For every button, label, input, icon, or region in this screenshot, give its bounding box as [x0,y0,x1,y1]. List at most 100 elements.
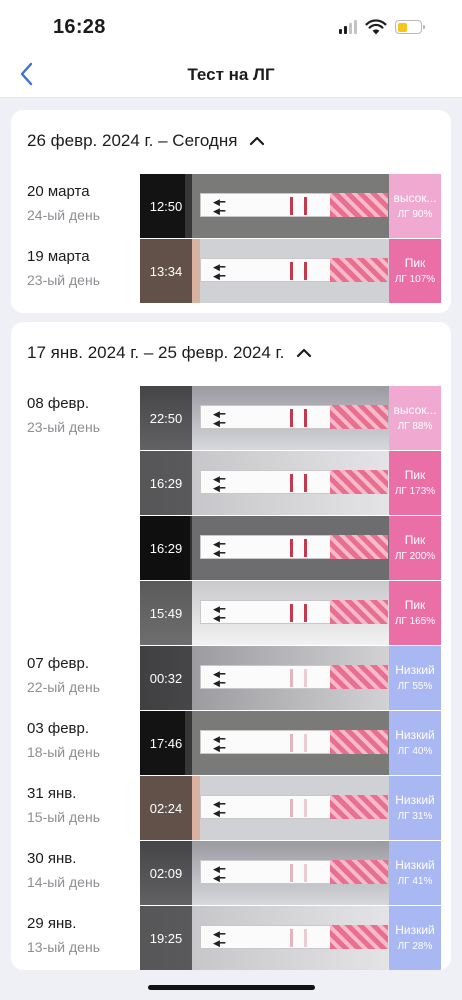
lh-level: Низкий [395,663,435,677]
lh-level: Низкий [395,858,435,872]
test-time: 16:29 [149,475,183,491]
test-time: 17:46 [149,735,183,751]
test-line [303,604,307,622]
lh-percent: ЛГ 173% [394,486,436,497]
control-line [289,864,293,882]
test-strip-photo[interactable]: ◀━ ◀━ 02:09 [140,841,389,905]
section-header[interactable]: 26 февр. 2024 г. – Сегодня [27,110,265,172]
day-date: 03 февр. [27,720,90,737]
battery-icon [395,20,425,34]
lh-percent: ЛГ 165% [394,616,436,627]
lh-level-badge: Пик ЛГ 107% [389,239,441,303]
strip-pad [330,405,388,429]
control-line [289,409,293,427]
test-row: 07 февр. 22-ый день ◀━ ◀━ 00:32 Низкий ЛГ 55% [11,646,451,710]
chevron-up-icon[interactable] [296,348,312,358]
strip-pad [330,860,388,884]
test-row: 08 февр. 23-ый день ◀━ ◀━ 22:50 высок... ЛГ 88… [11,386,451,450]
test-time: 00:32 [149,670,183,686]
day-label: 07 февр. 22-ый день [27,654,100,697]
test-time: 22:50 [149,410,183,426]
day-date: 07 февр. [27,655,90,672]
day-date: 30 янв. [27,850,77,867]
lh-percent: ЛГ 90% [397,209,433,220]
control-line [289,734,293,752]
lh-level-badge: Пик ЛГ 173% [389,451,441,515]
test-row: 19 марта 23-ый день ◀━ ◀━ 13:34 Пик ЛГ 107% [11,239,451,303]
test-strip-photo[interactable]: ◀━ ◀━ 16:29 [140,451,389,515]
test-strip: ◀━ ◀━ [200,258,388,282]
arrow-icon: ◀━ [213,272,226,282]
day-label: 29 янв. 13-ый день [27,914,100,957]
navigation-bar: Тест на ЛГ [0,52,462,98]
day-label: 31 янв. 15-ый день [27,784,100,827]
test-time: 15:49 [149,605,183,621]
cellular-signal-icon [339,20,357,34]
strip-pad [330,925,388,949]
test-strip: ◀━ ◀━ [200,405,388,429]
test-row: ◀━ ◀━ 16:29 Пик ЛГ 200% [11,516,451,580]
lh-level-badge: высок... ЛГ 88% [389,386,441,450]
day-label: 08 февр. 23-ый день [27,394,100,437]
day-date: 31 янв. [27,785,77,802]
test-strip-photo[interactable]: ◀━ ◀━ 17:46 [140,711,389,775]
control-line [289,799,293,817]
test-strip-photo[interactable]: ◀━ ◀━ 13:34 [140,239,389,303]
test-strip: ◀━ ◀━ [200,730,388,754]
test-line [303,669,307,687]
lh-level: Пик [404,256,426,270]
test-line [303,864,307,882]
test-strip: ◀━ ◀━ [200,665,388,689]
test-row: ◀━ ◀━ 15:49 Пик ЛГ 165% [11,581,451,645]
test-strip: ◀━ ◀━ [200,535,388,559]
test-line [303,929,307,947]
test-strip-photo[interactable]: ◀━ ◀━ 12:50 [140,174,389,238]
test-strip: ◀━ ◀━ [200,860,388,884]
arrow-icon: ◀━ [213,419,226,429]
test-line [303,262,307,280]
test-line [303,539,307,557]
control-line [289,197,293,215]
day-label: 30 янв. 14-ый день [27,849,100,892]
lh-percent: ЛГ 41% [397,876,433,887]
test-time: 19:25 [149,930,183,946]
section-header[interactable]: 17 янв. 2024 г. – 25 февр. 2024 г. [27,322,312,384]
lh-percent: ЛГ 88% [397,421,433,432]
test-strip-photo[interactable]: ◀━ ◀━ 00:32 [140,646,389,710]
test-strip-photo[interactable]: ◀━ ◀━ 22:50 [140,386,389,450]
cycle-day: 14-ый день [27,874,100,890]
day-label: 19 марта 23-ый день [27,247,100,290]
test-line [303,474,307,492]
test-strip: ◀━ ◀━ [200,470,388,494]
control-line [289,604,293,622]
test-strip-photo[interactable]: ◀━ ◀━ 19:25 [140,906,389,970]
lh-level: Низкий [395,728,435,742]
chevron-up-icon[interactable] [249,136,265,146]
test-strip-photo[interactable]: ◀━ ◀━ 02:24 [140,776,389,840]
lh-level: Низкий [395,793,435,807]
cycle-day: 18-ый день [27,744,100,760]
test-line [303,409,307,427]
strip-pad [330,730,388,754]
lh-level-badge: Низкий ЛГ 28% [389,906,441,970]
lh-level-badge: Пик ЛГ 165% [389,581,441,645]
strip-pad [330,258,388,282]
lh-percent: ЛГ 55% [397,681,433,692]
lh-level: Пик [404,598,426,612]
test-strip-photo[interactable]: ◀━ ◀━ 15:49 [140,581,389,645]
lh-level: Пик [404,468,426,482]
test-strip-photo[interactable]: ◀━ ◀━ 16:29 [140,516,389,580]
cycle-day: 23-ый день [27,419,100,435]
cycle-day: 24-ый день [27,207,100,223]
arrow-icon: ◀━ [213,549,226,559]
lh-percent: ЛГ 31% [397,811,433,822]
cycle-day: 22-ый день [27,679,100,695]
lh-level-badge: Низкий ЛГ 41% [389,841,441,905]
arrow-icon: ◀━ [213,207,226,217]
section-title: 17 янв. 2024 г. – 25 февр. 2024 г. [27,343,285,362]
status-time: 16:28 [53,16,106,38]
cycle-day: 15-ый день [27,809,100,825]
lh-level-badge: Низкий ЛГ 31% [389,776,441,840]
test-strip: ◀━ ◀━ [200,193,388,217]
day-date: 19 марта [27,248,90,265]
